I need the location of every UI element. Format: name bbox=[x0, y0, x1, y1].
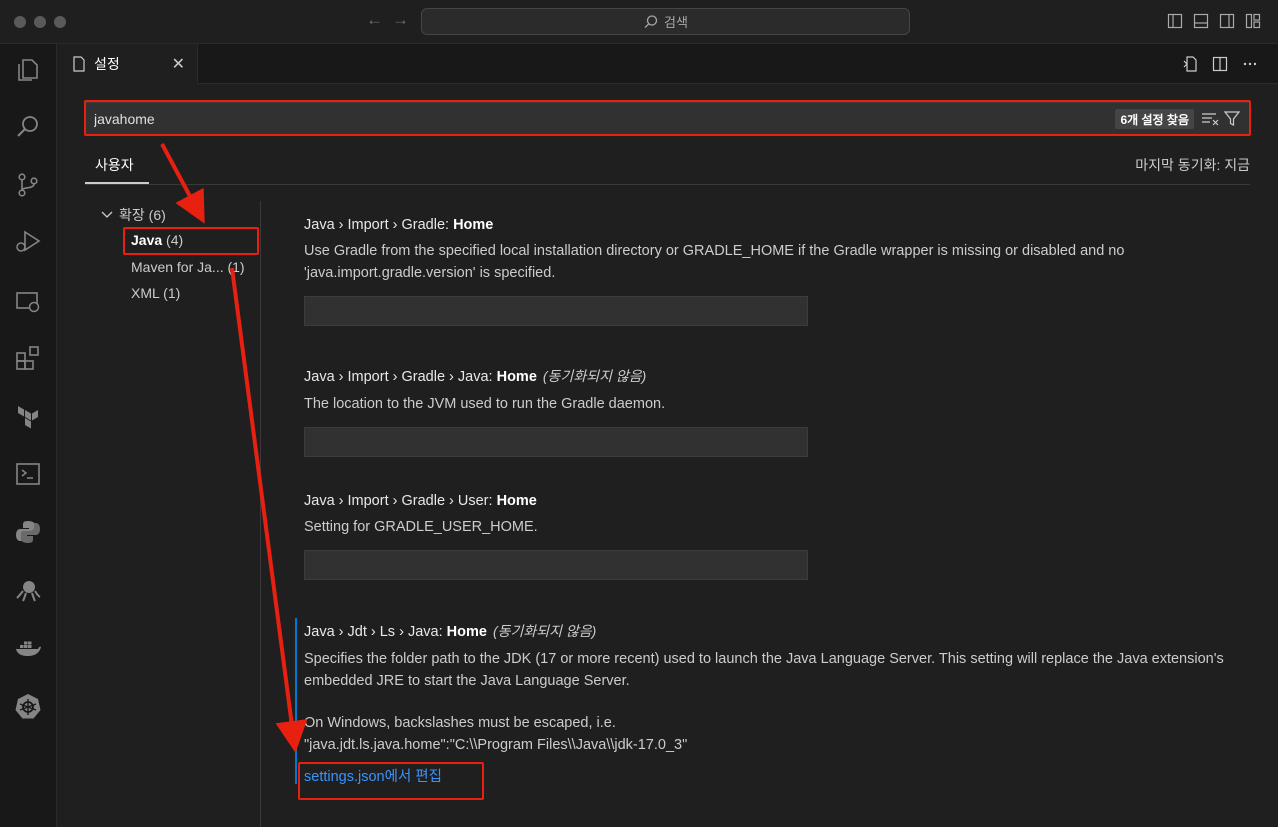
run-debug-icon[interactable] bbox=[14, 228, 42, 256]
filter-icon[interactable] bbox=[1223, 110, 1241, 128]
setting-description: Use Gradle from the specified local inst… bbox=[304, 243, 1125, 281]
setting-name: Home bbox=[496, 369, 537, 385]
file-icon bbox=[73, 56, 85, 72]
docker-icon[interactable] bbox=[14, 634, 42, 662]
toc-item-label: Java bbox=[131, 232, 163, 248]
setting-description: Specifies the folder path to the JDK (17… bbox=[304, 651, 1224, 689]
setting-jdt-ls-java-home: Java › Jdt › Ls › Java: Home (동기화되지 않음) S… bbox=[304, 621, 1234, 786]
close-icon[interactable]: ✕ bbox=[172, 54, 185, 74]
setting-name: Home bbox=[446, 624, 487, 640]
maximize-window-button[interactable] bbox=[54, 16, 66, 28]
setting-gradle-home: Java › Import › Gradle: Home Use Gradle … bbox=[304, 217, 1234, 326]
tab-settings[interactable]: 설정 ✕ bbox=[57, 44, 198, 84]
search-icon[interactable] bbox=[14, 113, 42, 141]
terraform-icon[interactable] bbox=[14, 402, 42, 430]
split-editor-icon[interactable] bbox=[1212, 56, 1228, 72]
title-bar: ← → 검색 bbox=[0, 0, 1278, 44]
setting-path: Java › Jdt › Ls › Java: bbox=[304, 624, 447, 640]
settings-editor: 6개 설정 찾음 사용자 마지막 동기화: 지금 확장 (6) Java (4)… bbox=[57, 85, 1278, 827]
editor-tab-bar: 설정 ✕ bbox=[57, 44, 1278, 84]
toc-divider bbox=[260, 201, 261, 827]
setting-path: Java › Import › Gradle › User: bbox=[304, 493, 497, 509]
setting-gradle-user-home: Java › Import › Gradle › User: Home Sett… bbox=[304, 493, 1234, 580]
setting-description-windows: On Windows, backslashes must be escaped,… bbox=[304, 715, 616, 731]
unsynced-label: (동기화되지 않음) bbox=[492, 623, 597, 639]
toggle-panel-icon[interactable] bbox=[1193, 13, 1209, 29]
more-actions-icon[interactable] bbox=[1242, 56, 1258, 72]
open-settings-json-icon[interactable] bbox=[1182, 56, 1198, 72]
remote-explorer-icon[interactable] bbox=[14, 288, 42, 316]
setting-gradle-java-home: Java › Import › Gradle › Java: Home (동기화되… bbox=[304, 366, 1234, 457]
command-center-search[interactable]: 검색 bbox=[421, 8, 910, 35]
search-result-count: 6개 설정 찾음 bbox=[1115, 109, 1194, 129]
back-arrow-icon[interactable]: ← bbox=[366, 10, 383, 30]
setting-title: Java › Import › Gradle › Java: Home (동기화되… bbox=[304, 366, 1234, 386]
minimize-window-button[interactable] bbox=[34, 16, 46, 28]
explorer-icon[interactable] bbox=[14, 56, 42, 84]
toggle-secondary-sidebar-icon[interactable] bbox=[1219, 13, 1235, 29]
clear-filter-icon[interactable] bbox=[1201, 111, 1219, 127]
settings-search-input[interactable] bbox=[94, 110, 994, 127]
setting-path: Java › Import › Gradle: bbox=[304, 217, 454, 233]
octopus-icon[interactable] bbox=[14, 576, 42, 604]
forward-arrow-icon[interactable]: → bbox=[392, 10, 409, 30]
command-center-label: 검색 bbox=[664, 15, 688, 30]
kubernetes-icon[interactable] bbox=[14, 692, 42, 720]
setting-description: The location to the JVM used to run the … bbox=[304, 396, 666, 412]
setting-description-example: "java.jdt.ls.java.home":"C:\\Program Fil… bbox=[304, 737, 688, 753]
setting-input-gradle-user-home[interactable] bbox=[304, 550, 808, 580]
setting-name: Home bbox=[453, 217, 494, 233]
activity-bar bbox=[0, 44, 57, 827]
setting-title: Java › Jdt › Ls › Java: Home (동기화되지 않음) bbox=[304, 621, 1234, 641]
chevron-down-icon bbox=[101, 211, 113, 218]
last-sync-status: 마지막 동기화: 지금 bbox=[1135, 157, 1250, 173]
settings-search-box: 6개 설정 찾음 bbox=[85, 102, 1250, 135]
toc-item-java[interactable]: Java (4) bbox=[131, 232, 183, 248]
toc-item-label: XML bbox=[131, 285, 160, 301]
tab-label: 설정 bbox=[94, 56, 120, 72]
setting-input-gradle-java-home[interactable] bbox=[304, 427, 808, 457]
terminal-icon[interactable] bbox=[14, 460, 42, 488]
toc-item-xml[interactable]: XML (1) bbox=[131, 285, 180, 301]
setting-input-gradle-home[interactable] bbox=[304, 296, 808, 326]
edit-in-settings-json-link[interactable]: settings.json에서 편집 bbox=[304, 769, 442, 785]
toc-extensions-count: (6) bbox=[148, 207, 166, 223]
setting-name: Home bbox=[496, 493, 537, 509]
unsynced-label: (동기화되지 않음) bbox=[542, 368, 647, 384]
tab-user-settings[interactable]: 사용자 bbox=[95, 155, 134, 175]
toc-item-count: (4) bbox=[166, 232, 184, 248]
customize-layout-icon[interactable] bbox=[1245, 13, 1261, 29]
toggle-primary-sidebar-icon[interactable] bbox=[1167, 13, 1183, 29]
setting-path: Java › Import › Gradle › Java: bbox=[304, 369, 497, 385]
setting-title: Java › Import › Gradle › User: Home bbox=[304, 493, 1234, 509]
source-control-icon[interactable] bbox=[14, 171, 42, 199]
python-icon[interactable] bbox=[14, 518, 42, 546]
toc-extensions-label: 확장 bbox=[119, 207, 145, 223]
toc-item-count: (1) bbox=[163, 285, 181, 301]
toc-item-label: Maven for Ja... bbox=[131, 259, 224, 275]
setting-title: Java › Import › Gradle: Home bbox=[304, 217, 1234, 233]
focused-setting-indicator bbox=[295, 618, 297, 784]
extensions-icon[interactable] bbox=[14, 344, 42, 372]
close-window-button[interactable] bbox=[14, 16, 26, 28]
setting-description: Setting for GRADLE_USER_HOME. bbox=[304, 519, 538, 535]
search-icon bbox=[644, 14, 658, 28]
toc-extensions-group[interactable]: 확장 (6) bbox=[101, 205, 166, 225]
toc-item-count: (1) bbox=[227, 259, 245, 275]
toc-item-maven[interactable]: Maven for Ja... (1) bbox=[131, 259, 245, 275]
scope-divider bbox=[85, 184, 1250, 185]
